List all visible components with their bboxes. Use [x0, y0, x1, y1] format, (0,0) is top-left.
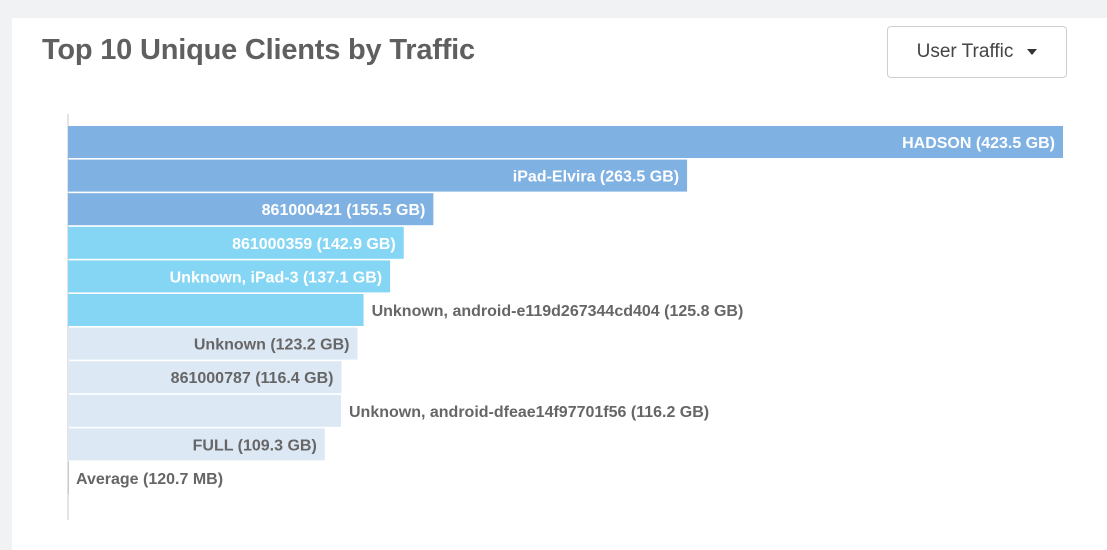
caret-down-icon	[1027, 49, 1038, 55]
dropdown-selected-label: User Traffic	[916, 41, 1014, 62]
traffic-type-dropdown[interactable]: User Traffic	[887, 26, 1067, 78]
page-title: Top 10 Unique Clients by Traffic	[42, 34, 475, 66]
chart-card	[12, 18, 1107, 550]
